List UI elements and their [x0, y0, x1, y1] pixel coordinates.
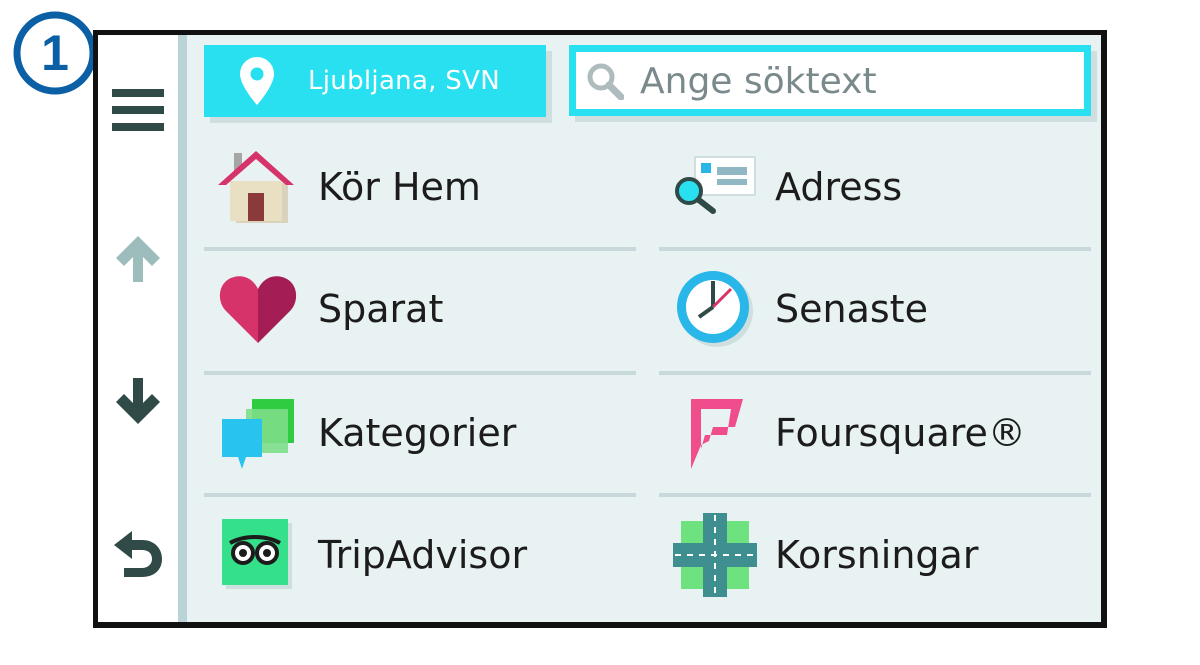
- arrow-up-icon: [116, 236, 160, 282]
- row-divider: [204, 371, 636, 375]
- hamburger-menu-icon: [112, 89, 164, 131]
- row-divider: [659, 247, 1091, 251]
- back-button[interactable]: [98, 499, 178, 609]
- row-divider: [659, 493, 1091, 497]
- scroll-up-button[interactable]: [98, 203, 178, 313]
- row-divider: [204, 247, 636, 251]
- search-icon: [587, 63, 624, 100]
- tile-label: TripAdvisor: [318, 533, 528, 577]
- location-label: Ljubljana, SVN: [308, 66, 500, 96]
- tile-foursquare[interactable]: Foursquare®: [661, 377, 1093, 489]
- tile-label: Senaste: [775, 287, 928, 331]
- tile-adress[interactable]: Adress: [661, 131, 1093, 243]
- tile-kor-hem[interactable]: Kör Hem: [204, 131, 636, 243]
- search-box[interactable]: [569, 45, 1091, 116]
- tile-label: Kategorier: [318, 411, 517, 455]
- tile-label: Adress: [775, 165, 903, 209]
- tile-label: Kör Hem: [318, 165, 481, 209]
- categories-icon: [222, 399, 294, 469]
- row-divider: [204, 493, 636, 497]
- tile-label: Foursquare®: [775, 411, 1026, 455]
- search-input[interactable]: [638, 55, 1062, 107]
- intersection-icon: [673, 513, 757, 597]
- scroll-down-button[interactable]: [98, 347, 178, 457]
- home-icon: [218, 151, 294, 223]
- tripadvisor-icon: [222, 519, 292, 589]
- tile-sparat[interactable]: Sparat: [204, 253, 636, 365]
- foursquare-icon: [691, 399, 743, 469]
- callout-number: 1: [41, 25, 69, 81]
- sidebar: [98, 35, 178, 622]
- tile-label: Korsningar: [775, 533, 979, 577]
- heart-icon: [219, 276, 297, 343]
- sidebar-divider: [178, 35, 187, 622]
- arrow-down-icon: [116, 378, 160, 424]
- where-to-screen: Ljubljana, SVN Kör Hem: [98, 35, 1101, 622]
- tile-korsningar[interactable]: Korsningar: [661, 499, 1093, 611]
- tile-tripadvisor[interactable]: TripAdvisor: [204, 499, 636, 611]
- menu-button[interactable]: [98, 55, 178, 165]
- map-pin-icon: [240, 57, 274, 105]
- clock-icon: [677, 271, 753, 347]
- address-icon: [675, 156, 756, 214]
- tile-senaste[interactable]: Senaste: [661, 253, 1093, 365]
- row-divider: [659, 371, 1091, 375]
- back-arrow-icon: [114, 531, 162, 577]
- callout-badge: 1: [13, 11, 97, 95]
- tile-label: Sparat: [318, 287, 444, 331]
- device-frame: Ljubljana, SVN Kör Hem: [93, 30, 1107, 628]
- search-location-button[interactable]: Ljubljana, SVN: [204, 45, 546, 117]
- tile-kategorier[interactable]: Kategorier: [204, 377, 636, 489]
